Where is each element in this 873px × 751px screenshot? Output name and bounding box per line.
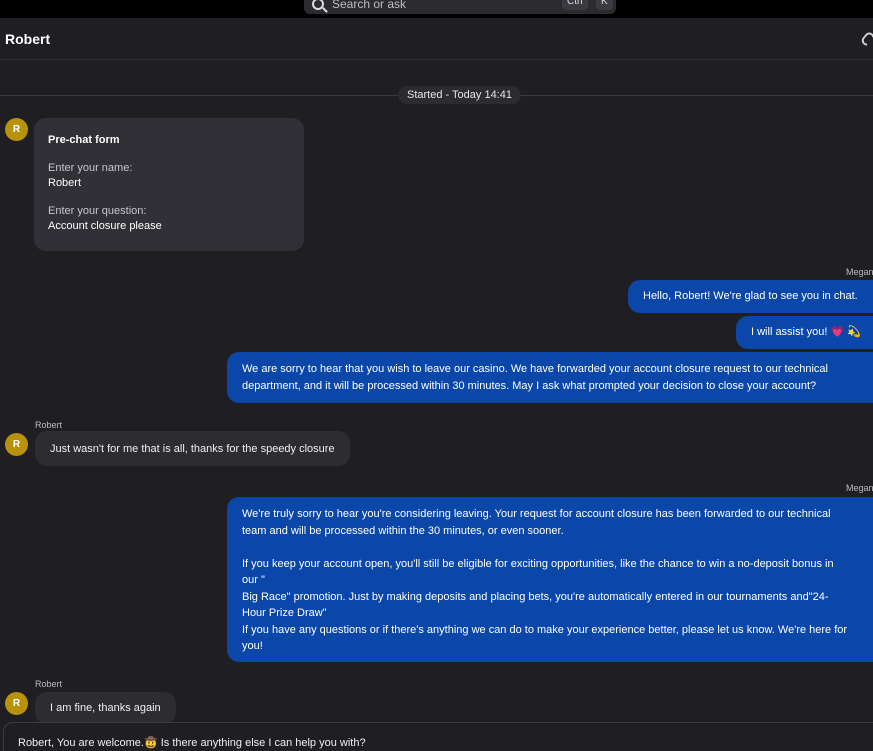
customer-message: I am fine, thanks again [35,692,176,724]
agent-sender-name: Megan [846,267,873,277]
chat-header: Robert [0,18,873,60]
agent-message: I will assist you! 💗 💫 [736,316,873,349]
search-placeholder: Search or ask [332,0,407,11]
shortcut-k-key: K [596,0,613,10]
prechat-name-value: Robert [48,177,82,189]
agent-message: We're truly sorry to hear you're conside… [227,497,873,662]
agent-message-text: I will assist you! 💗 💫 [751,326,861,339]
search-icon [312,0,324,10]
avatar: R [5,433,28,456]
message-composer-input[interactable]: Robert, You are welcome.🤠 Is there anyth… [3,722,873,751]
customer-sender-name: Robert [35,420,63,430]
avatar: R [5,692,28,715]
top-bar: Search or ask Ctrl K [0,0,873,18]
composer-text: Robert, You are welcome.🤠 Is there anyth… [18,737,366,749]
agent-sender-name: Megan [846,483,873,493]
agent-message-line: Big Race" promotion. Just by making depo… [242,590,829,603]
agent-message-line: team and will be processed within the 30… [242,524,564,537]
agent-message-line: you! [242,640,263,652]
customer-message: Just wasn't for me that is all, thanks f… [35,431,350,466]
prechat-question-label: Enter your question: [48,205,147,217]
agent-message-line: Hour Prize Draw" [242,607,327,619]
agent-message: Hello, Robert! We're glad to see you in … [628,280,873,313]
prechat-question-value: Account closure please [48,220,162,232]
contact-name: Robert [5,31,51,47]
agent-message-line: If you keep your account open, you'll st… [242,557,834,570]
prechat-name-label: Enter your name: [48,162,133,174]
agent-message-line: We're truly sorry to hear you're conside… [242,508,831,520]
customer-message-text: Just wasn't for me that is all, thanks f… [50,442,335,455]
agent-message-line: We are sorry to hear that you wish to le… [242,363,828,375]
customer-sender-name: Robert [35,679,63,689]
chat-started-badge: Started - Today 14:41 [398,86,521,104]
customer-message-text: I am fine, thanks again [50,702,161,714]
search-bar[interactable]: Search or ask Ctrl K [304,0,616,14]
agent-message-text: Hello, Robert! We're glad to see you in … [643,290,858,303]
avatar: R [5,118,28,141]
prechat-form-card: Pre-chat form Enter your name: Robert En… [34,118,304,251]
prechat-title: Pre-chat form [48,134,120,146]
agent-message-line: If you have any questions or if there's … [242,623,848,636]
agent-message: We are sorry to hear that you wish to le… [227,352,873,403]
agent-message-line: our " [242,574,265,586]
agent-message-line: department, and it will be processed wit… [242,379,817,392]
shortcut-ctrl-key: Ctrl [562,0,588,10]
attachment-icon[interactable] [859,30,873,48]
